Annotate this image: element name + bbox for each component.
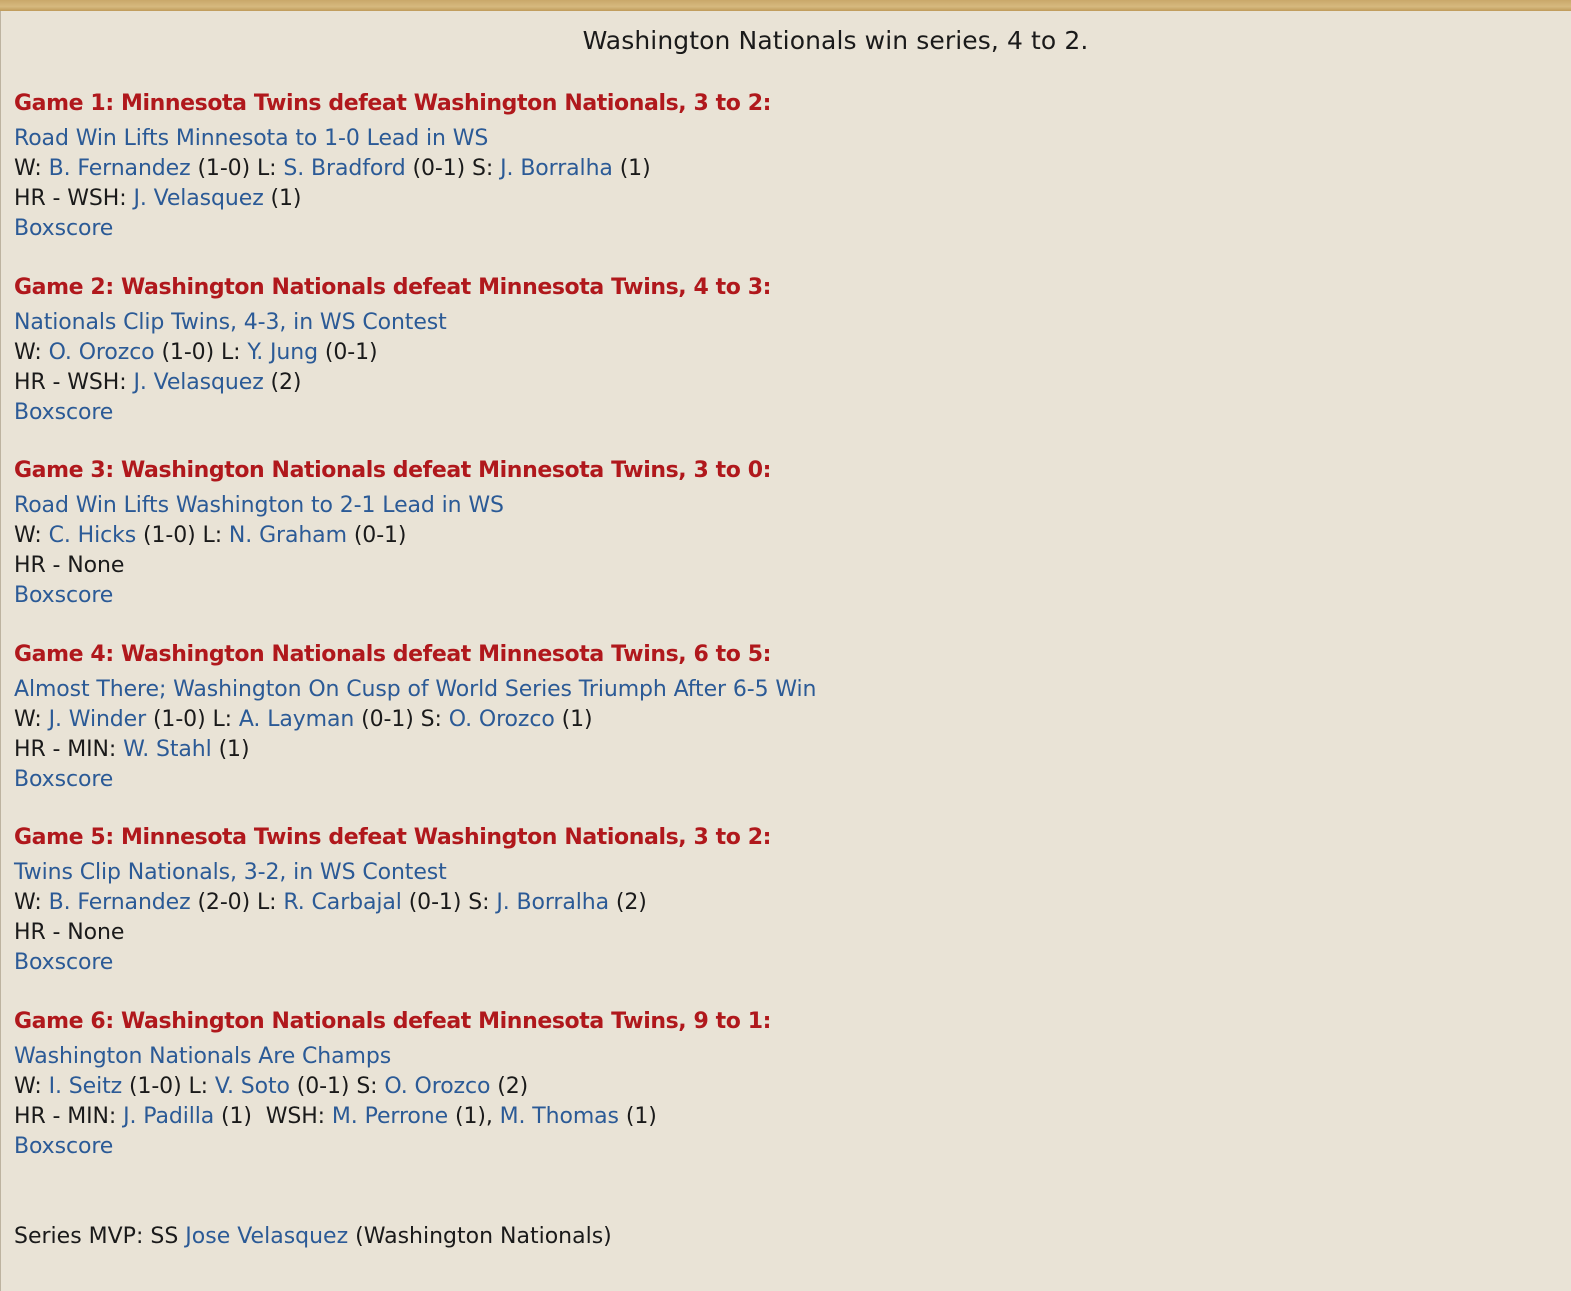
losing-pitcher-link[interactable]: A. Layman bbox=[239, 707, 354, 732]
game-headline-link[interactable]: Washington Nationals Are Champs bbox=[14, 1044, 391, 1069]
pitching-line: W: I. Seitz (1-0) L: V. Soto (0-1) S: O.… bbox=[14, 1074, 529, 1099]
losing-pitcher-link[interactable]: S. Bradford bbox=[283, 156, 405, 181]
home-run-line: HR - MIN: W. Stahl (1) bbox=[14, 737, 250, 762]
game-title: Game 4: Washington Nationals defeat Minn… bbox=[14, 642, 772, 667]
mvp-player-link[interactable]: Jose Velasquez bbox=[185, 1224, 348, 1249]
pitching-line: W: J. Winder (1-0) L: A. Layman (0-1) S:… bbox=[14, 707, 593, 732]
pitching-line: W: B. Fernandez (1-0) L: S. Bradford (0-… bbox=[14, 156, 651, 181]
boxscore-link[interactable]: Boxscore bbox=[14, 400, 113, 425]
pitching-line: W: O. Orozco (1-0) L: Y. Jung (0-1) bbox=[14, 340, 378, 365]
boxscore-link[interactable]: Boxscore bbox=[14, 216, 113, 241]
pitching-line: W: C. Hicks (1-0) L: N. Graham (0-1) bbox=[14, 523, 407, 548]
home-run-hitter-link[interactable]: W. Stahl bbox=[123, 737, 212, 762]
game-title: Game 3: Washington Nationals defeat Minn… bbox=[14, 458, 772, 483]
home-run-line: HR - MIN: J. Padilla (1) WSH: M. Perrone… bbox=[14, 1104, 657, 1129]
home-run-line: HR - None bbox=[14, 553, 125, 578]
winning-pitcher-link[interactable]: B. Fernandez bbox=[49, 156, 191, 181]
top-border bbox=[0, 0, 1571, 11]
game-headline-link[interactable]: Twins Clip Nationals, 3-2, in WS Contest bbox=[14, 860, 447, 885]
game-title: Game 6: Washington Nationals defeat Minn… bbox=[14, 1009, 772, 1034]
home-run-line: HR - WSH: J. Velasquez (1) bbox=[14, 186, 302, 211]
game-1: Game 1: Minnesota Twins defeat Washingto… bbox=[14, 88, 1514, 244]
series-result: Washington Nationals win series, 4 to 2. bbox=[582, 26, 1089, 55]
losing-pitcher-link[interactable]: R. Carbajal bbox=[283, 890, 402, 915]
home-run-hitter-link[interactable]: M. Thomas bbox=[500, 1104, 619, 1129]
game-6: Game 6: Washington Nationals defeat Minn… bbox=[14, 1006, 1514, 1162]
game-3: Game 3: Washington Nationals defeat Minn… bbox=[14, 455, 1514, 611]
game-4: Game 4: Washington Nationals defeat Minn… bbox=[14, 639, 1514, 795]
losing-pitcher-link[interactable]: V. Soto bbox=[215, 1074, 290, 1099]
winning-pitcher-link[interactable]: C. Hicks bbox=[49, 523, 137, 548]
game-title: Game 5: Minnesota Twins defeat Washingto… bbox=[14, 825, 772, 850]
save-pitcher-link[interactable]: J. Borralha bbox=[500, 156, 613, 181]
series-mvp: Series MVP: SS Jose Velasquez (Washingto… bbox=[14, 1224, 612, 1249]
game-title: Game 2: Washington Nationals defeat Minn… bbox=[14, 275, 772, 300]
game-headline-link[interactable]: Road Win Lifts Minnesota to 1-0 Lead in … bbox=[14, 126, 488, 151]
home-run-line: HR - WSH: J. Velasquez (2) bbox=[14, 370, 302, 395]
winning-pitcher-link[interactable]: I. Seitz bbox=[49, 1074, 123, 1099]
pitching-line: W: B. Fernandez (2-0) L: R. Carbajal (0-… bbox=[14, 890, 647, 915]
game-title: Game 1: Minnesota Twins defeat Washingto… bbox=[14, 91, 772, 116]
boxscore-link[interactable]: Boxscore bbox=[14, 767, 113, 792]
game-5: Game 5: Minnesota Twins defeat Washingto… bbox=[14, 822, 1514, 978]
winning-pitcher-link[interactable]: O. Orozco bbox=[49, 340, 155, 365]
save-pitcher-link[interactable]: O. Orozco bbox=[384, 1074, 490, 1099]
game-headline-link[interactable]: Nationals Clip Twins, 4-3, in WS Contest bbox=[14, 310, 447, 335]
boxscore-link[interactable]: Boxscore bbox=[14, 583, 113, 608]
game-2: Game 2: Washington Nationals defeat Minn… bbox=[14, 272, 1514, 428]
home-run-hitter-link[interactable]: M. Perrone bbox=[332, 1104, 448, 1129]
save-pitcher-link[interactable]: J. Borralha bbox=[496, 890, 609, 915]
save-pitcher-link[interactable]: O. Orozco bbox=[449, 707, 555, 732]
home-run-line: HR - None bbox=[14, 920, 125, 945]
game-headline-link[interactable]: Road Win Lifts Washington to 2-1 Lead in… bbox=[14, 493, 504, 518]
winning-pitcher-link[interactable]: J. Winder bbox=[49, 707, 147, 732]
home-run-hitter-link[interactable]: J. Velasquez bbox=[133, 186, 263, 211]
losing-pitcher-link[interactable]: Y. Jung bbox=[247, 340, 318, 365]
boxscore-link[interactable]: Boxscore bbox=[14, 1134, 113, 1159]
home-run-hitter-link[interactable]: J. Velasquez bbox=[133, 370, 263, 395]
home-run-hitter-link[interactable]: J. Padilla bbox=[123, 1104, 214, 1129]
winning-pitcher-link[interactable]: B. Fernandez bbox=[49, 890, 191, 915]
boxscore-link[interactable]: Boxscore bbox=[14, 950, 113, 975]
losing-pitcher-link[interactable]: N. Graham bbox=[229, 523, 347, 548]
game-headline-link[interactable]: Almost There; Washington On Cusp of Worl… bbox=[14, 677, 817, 702]
